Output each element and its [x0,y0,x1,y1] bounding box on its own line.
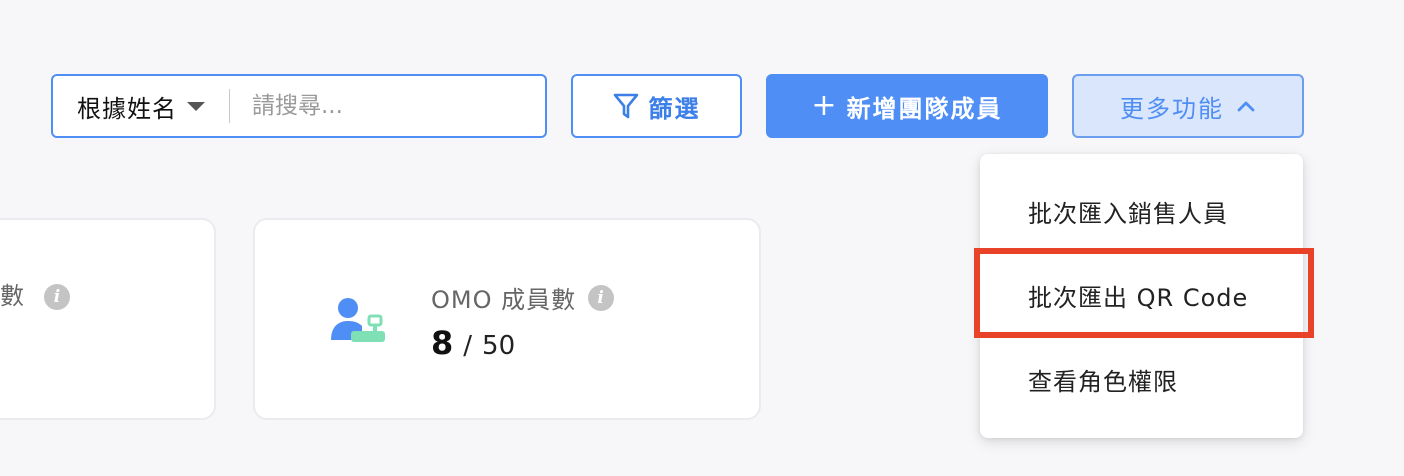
page: 根據姓名 篩選 + 新增團隊成員 更多功能 數 i [0,0,1404,476]
omo-members-current: 8 [431,324,454,362]
add-member-button-label: 新增團隊成員 [846,94,1003,123]
menu-item-view-role-permissions[interactable]: 查看角色權限 [980,338,1303,420]
search-field-select[interactable]: 根據姓名 [53,76,229,136]
filter-button[interactable]: 篩選 [571,74,742,138]
search-input[interactable] [230,76,545,136]
filter-button-label: 篩選 [648,94,701,123]
omo-members-card: OMO 成員數 i 8 / 50 [253,218,761,420]
member-register-icon [329,296,387,352]
search-field-selected-value: 根據姓名 [77,94,177,123]
omo-members-separator: / [463,331,473,361]
filter-icon [613,93,638,119]
omo-members-max: 50 [482,331,516,361]
info-icon[interactable]: i [588,284,615,311]
stat-card-partial: 數 i [0,218,216,420]
more-functions-button[interactable]: 更多功能 [1072,74,1304,138]
chevron-up-icon [1236,99,1256,113]
info-icon[interactable]: i [44,284,70,310]
omo-members-title-text: OMO 成員數 [431,286,577,314]
search-group: 根據姓名 [51,74,547,138]
plus-icon: + [811,88,839,123]
more-functions-dropdown: 批次匯入銷售人員 批次匯出 QR Code 查看角色權限 [980,154,1303,438]
menu-item-batch-export-qr[interactable]: 批次匯出 QR Code [980,254,1303,336]
caret-down-icon [186,101,205,111]
omo-members-title: OMO 成員數 i [431,280,615,315]
stat-card-partial-label: 數 [0,282,24,310]
more-functions-button-label: 更多功能 [1120,94,1224,123]
add-member-button[interactable]: + 新增團隊成員 [766,74,1048,138]
omo-members-count: 8 / 50 [431,324,515,362]
menu-item-batch-import-sales[interactable]: 批次匯入銷售人員 [980,170,1303,252]
